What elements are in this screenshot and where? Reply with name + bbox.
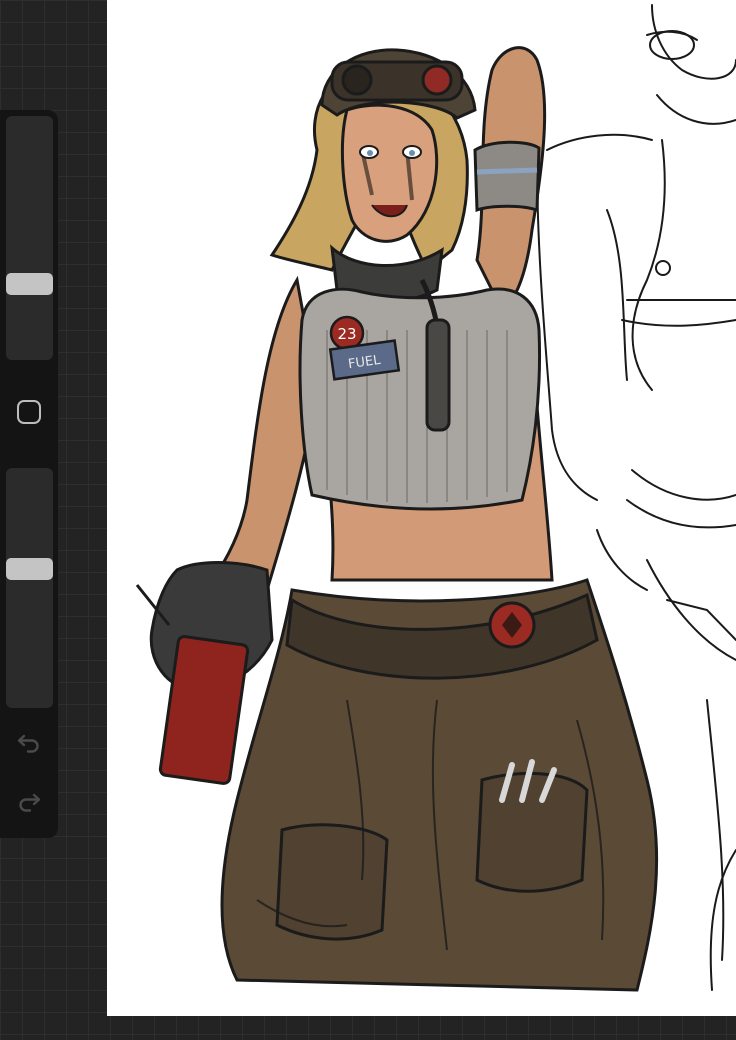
undo-button[interactable] [14,728,44,756]
redo-button[interactable] [14,787,44,815]
brush-size-slider[interactable] [6,116,53,360]
tool-sidebar [0,110,58,838]
opacity-slider-thumb[interactable] [6,558,53,580]
badge-number: 23 [337,325,356,343]
opacity-slider[interactable] [6,468,53,708]
wrist-band [473,140,541,213]
modify-button[interactable] [17,400,41,424]
pants-pocket [475,772,589,893]
undo-arrow-icon [17,734,39,753]
brush-size-slider-thumb[interactable] [6,273,53,295]
pants-pocket-left [275,823,389,941]
fuel-nozzle [425,318,451,432]
drawing-canvas[interactable]: 23 FUEL [107,0,736,1016]
artwork-illustration: 23 FUEL [135,4,736,992]
redo-arrow-icon [19,793,41,812]
